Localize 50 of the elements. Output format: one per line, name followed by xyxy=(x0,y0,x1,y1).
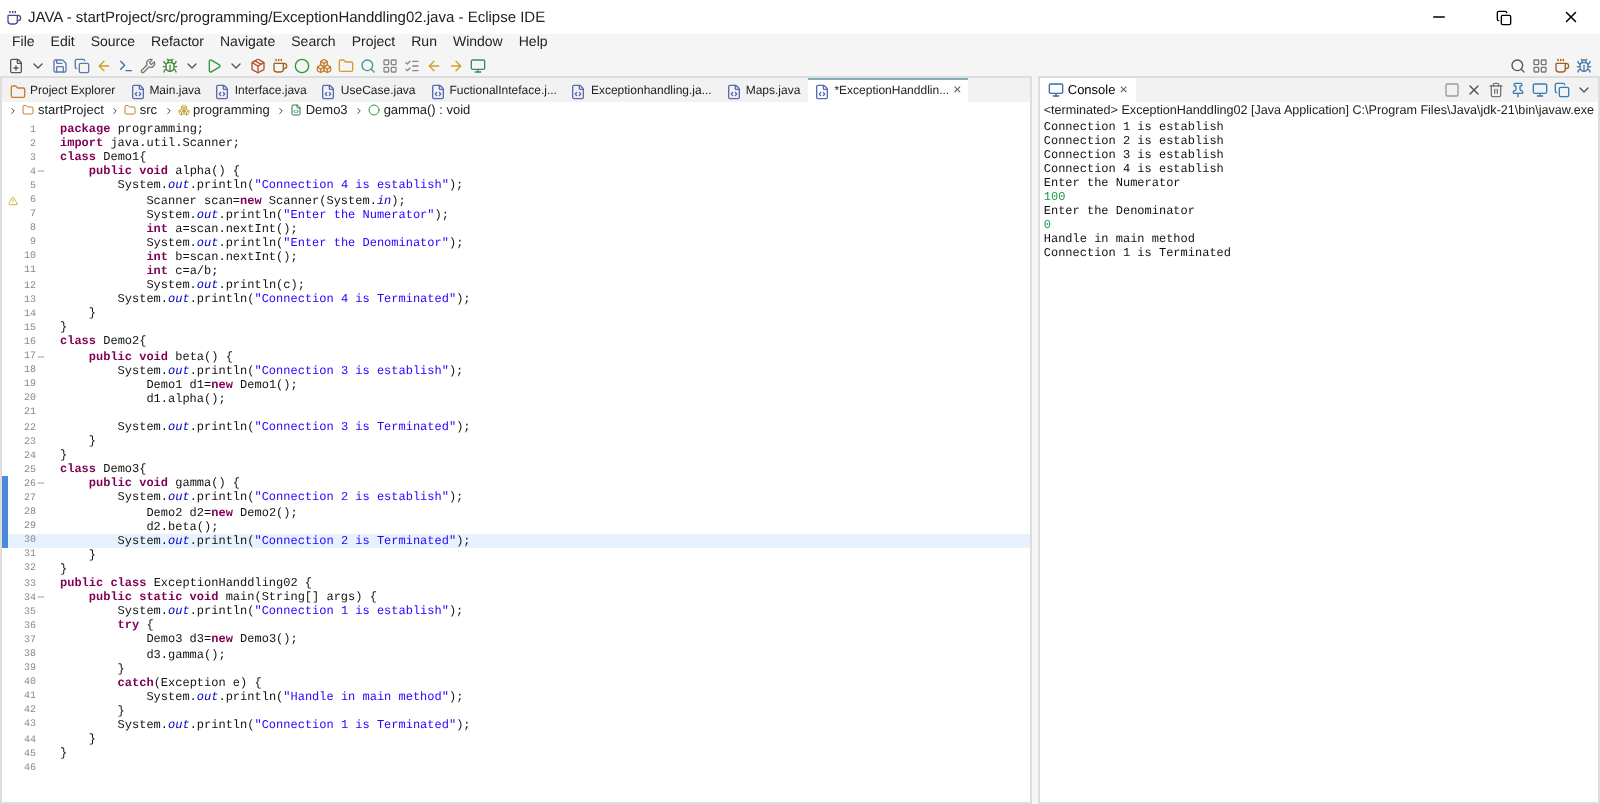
remove-button[interactable] xyxy=(1466,82,1482,98)
java-file-icon xyxy=(429,83,446,99)
chevron-icon xyxy=(163,105,174,115)
chevron-icon xyxy=(353,105,364,115)
java-file-icon xyxy=(320,83,337,99)
clear-button[interactable] xyxy=(1488,82,1504,98)
java-file-icon xyxy=(725,83,742,99)
copy-button[interactable] xyxy=(1554,82,1570,98)
java-file-icon xyxy=(570,83,587,99)
grid-button[interactable] xyxy=(382,57,398,73)
folder-icon xyxy=(123,104,136,116)
java-file-icon xyxy=(129,83,146,99)
search-button[interactable] xyxy=(360,57,376,73)
save-button[interactable] xyxy=(52,57,68,73)
folder-icon xyxy=(10,83,26,99)
run-button[interactable] xyxy=(206,57,222,73)
new-file-button[interactable] xyxy=(8,57,24,73)
save-all-button[interactable] xyxy=(74,57,90,73)
chevron-icon xyxy=(8,105,18,115)
coffee-button[interactable] xyxy=(272,57,288,73)
back-button[interactable] xyxy=(426,57,442,73)
boxes-button[interactable] xyxy=(316,57,332,73)
java-file-icon xyxy=(214,83,231,99)
java-perspective-button[interactable] xyxy=(1554,57,1570,73)
chevron-icon xyxy=(109,105,120,115)
package-icon xyxy=(177,104,190,116)
bug-button[interactable] xyxy=(162,57,178,73)
circle-icon xyxy=(367,104,380,116)
search-button[interactable] xyxy=(1510,57,1526,73)
close-icon xyxy=(1561,8,1579,26)
window-button[interactable] xyxy=(470,57,486,73)
java-file-icon xyxy=(814,83,831,99)
terminal-button[interactable] xyxy=(118,57,134,73)
perspective-button[interactable] xyxy=(1532,57,1548,73)
forward-button[interactable] xyxy=(448,57,464,73)
restore-icon xyxy=(1496,9,1512,25)
class-icon xyxy=(289,104,302,116)
undo-button[interactable] xyxy=(96,57,112,73)
display-button[interactable] xyxy=(1532,82,1548,98)
app-icon xyxy=(6,9,22,25)
wrench-button[interactable] xyxy=(140,57,156,73)
console-icon xyxy=(1047,82,1064,98)
debug-perspective-button[interactable] xyxy=(1576,57,1592,73)
pin-button[interactable] xyxy=(1510,82,1526,98)
project-icon xyxy=(22,104,34,116)
list-button[interactable] xyxy=(404,57,420,73)
chevron-icon xyxy=(275,105,286,115)
folder-button[interactable] xyxy=(338,57,354,73)
caret-button[interactable] xyxy=(1576,82,1592,98)
package-button[interactable] xyxy=(250,57,266,73)
